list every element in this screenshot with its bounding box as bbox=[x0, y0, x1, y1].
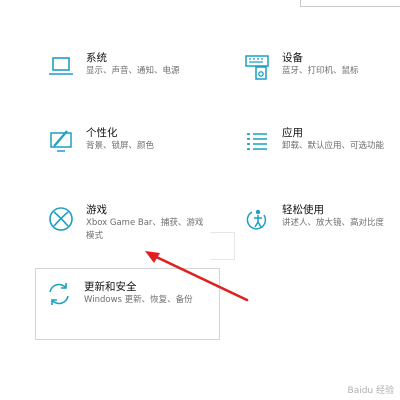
tile-title: 应用 bbox=[282, 127, 303, 139]
settings-tile-devices[interactable]: 设备 蓝牙、打印机、鼠标 bbox=[236, 50, 400, 116]
watermark: Baidu 经验 bbox=[347, 386, 394, 396]
xbox-icon bbox=[46, 204, 76, 234]
tile-description: 蓝牙、打印机、鼠标 bbox=[282, 66, 359, 76]
update-sync-icon bbox=[44, 279, 74, 309]
settings-tile-ease-of-access[interactable]: 轻松使用 讲述人、放大镜、高对比度 bbox=[236, 202, 400, 268]
tile-description: 背景、锁屏、颜色 bbox=[86, 141, 155, 151]
tile-description: 显示、声音、通知、电源 bbox=[86, 66, 180, 76]
tile-title: 游戏 bbox=[86, 204, 107, 216]
settings-tile-gaming[interactable]: 游戏 Xbox Game Bar、捕获、游戏模式 bbox=[40, 202, 220, 268]
laptop-icon bbox=[46, 52, 76, 82]
tile-title: 系统 bbox=[86, 52, 107, 64]
apps-list-icon bbox=[242, 127, 272, 157]
tile-title: 个性化 bbox=[86, 127, 118, 139]
window-frame-edge bbox=[300, 0, 400, 7]
tile-title: 更新和安全 bbox=[84, 281, 137, 293]
tile-description: Windows 更新、恢复、备份 bbox=[84, 295, 193, 305]
ease-of-access-icon bbox=[242, 204, 272, 234]
partial-tile-outline bbox=[210, 232, 235, 260]
tile-description: 讲述人、放大镜、高对比度 bbox=[282, 218, 385, 228]
settings-tile-update-security[interactable]: 更新和安全 Windows 更新、恢复、备份 bbox=[35, 268, 220, 340]
devices-icon bbox=[242, 52, 272, 82]
tile-title: 设备 bbox=[282, 52, 303, 64]
personalization-icon bbox=[46, 127, 76, 157]
settings-tile-apps[interactable]: 应用 卸载、默认应用、可选功能 bbox=[236, 125, 400, 191]
settings-tile-personalization[interactable]: 个性化 背景、锁屏、颜色 bbox=[40, 125, 220, 191]
tile-description: Xbox Game Bar、捕获、游戏模式 bbox=[86, 218, 204, 241]
tile-title: 轻松使用 bbox=[282, 204, 324, 216]
tile-description: 卸载、默认应用、可选功能 bbox=[282, 141, 385, 151]
settings-tile-system[interactable]: 系统 显示、声音、通知、电源 bbox=[40, 50, 220, 116]
